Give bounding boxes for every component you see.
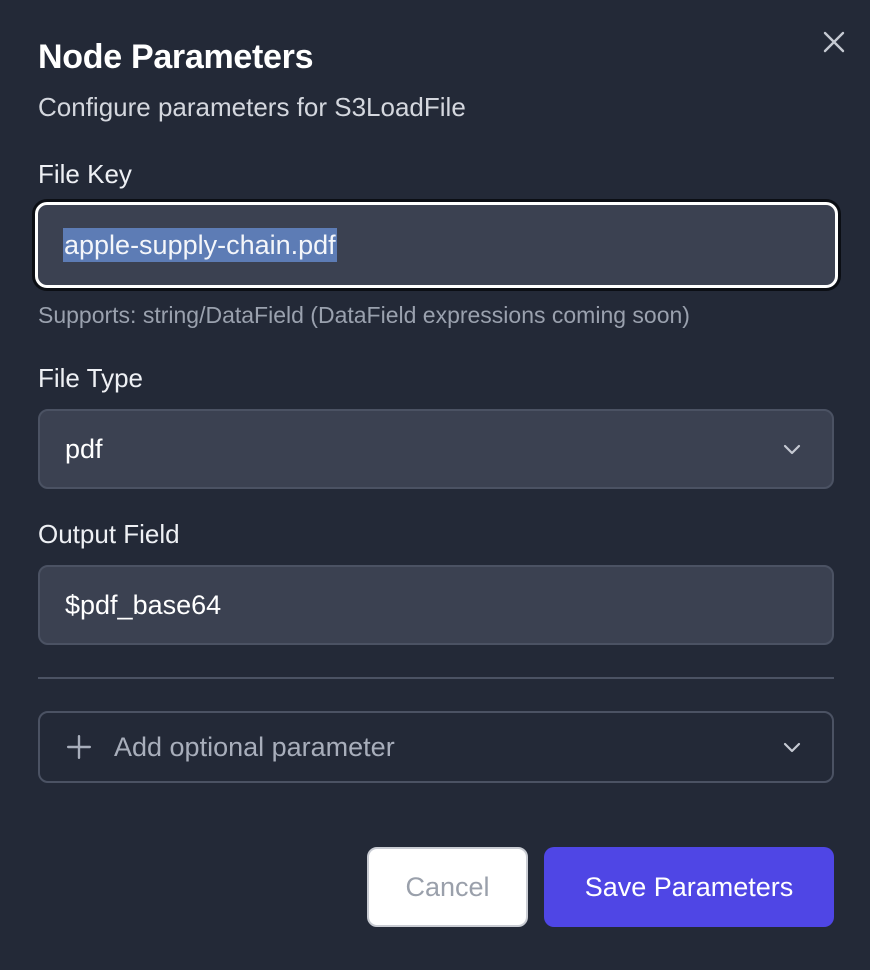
file-type-select[interactable]: pdf [38, 409, 834, 489]
dialog-subtitle: Configure parameters for S3LoadFile [38, 92, 466, 122]
file-key-input[interactable]: apple-supply-chain.pdf [35, 202, 838, 288]
save-parameters-button[interactable]: Save Parameters [544, 847, 834, 927]
cancel-button[interactable]: Cancel [367, 847, 528, 927]
output-field-label: Output Field [38, 519, 180, 549]
add-optional-parameter-button[interactable]: Add optional parameter [38, 711, 834, 783]
file-type-value: pdf [65, 433, 103, 464]
file-key-label: File Key [38, 159, 132, 189]
chevron-down-icon [783, 742, 801, 753]
output-field-input[interactable]: $pdf_base64 [38, 565, 834, 645]
node-parameters-dialog: Node Parameters Configure parameters for… [0, 0, 870, 970]
close-button[interactable] [818, 26, 850, 58]
add-optional-parameter-label: Add optional parameter [114, 731, 395, 762]
plus-icon [66, 734, 92, 760]
chevron-down-icon [783, 444, 801, 455]
close-icon[interactable] [822, 30, 846, 54]
file-key-hint: Supports: string/DataField (DataField ex… [38, 302, 690, 328]
file-key-value: apple-supply-chain.pdf [63, 228, 337, 262]
divider [38, 677, 834, 679]
output-field-value: $pdf_base64 [65, 589, 222, 620]
dialog-title: Node Parameters [38, 38, 314, 76]
file-type-label: File Type [38, 363, 144, 393]
